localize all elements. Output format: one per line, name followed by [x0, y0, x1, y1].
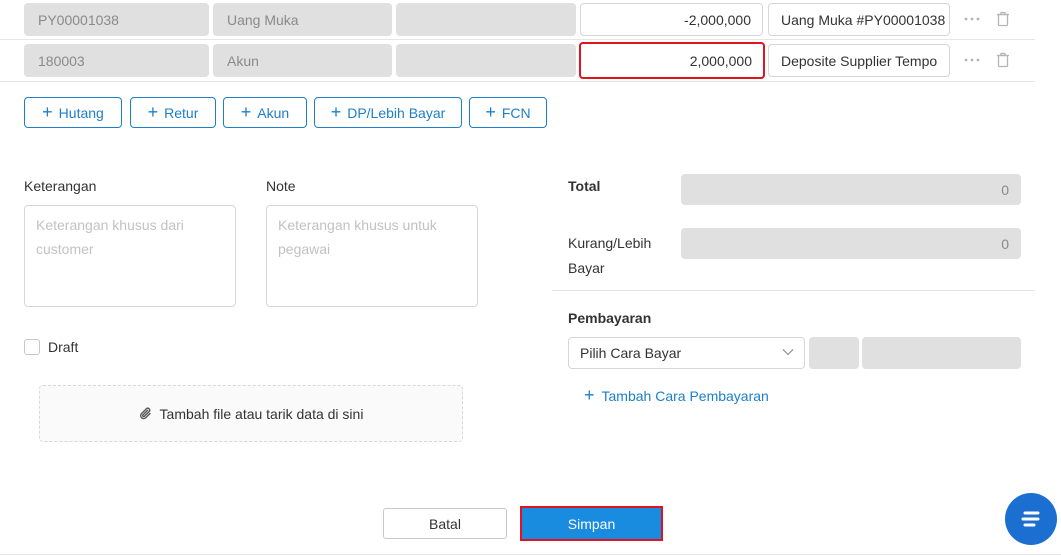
add-payment-label: Tambah Cara Pembayaran [601, 388, 769, 404]
row-divider [0, 39, 1035, 40]
row-name-field[interactable]: Akun [213, 44, 392, 77]
add-hutang-label: Hutang [58, 104, 104, 121]
add-akun-label: Akun [257, 104, 290, 121]
footer-divider [0, 554, 1061, 555]
add-fcn-label: FCN [501, 104, 531, 121]
keterangan-placeholder: Keterangan khusus dari customer [36, 217, 184, 257]
note-placeholder: Keterangan khusus untuk pegawai [278, 217, 437, 257]
note-label: Note [266, 178, 296, 194]
kurang-lebih-value: 0 [681, 228, 1021, 259]
row-code-field[interactable]: 180003 [24, 44, 209, 77]
paperclip-icon [139, 406, 153, 422]
draft-label: Draft [48, 339, 79, 355]
chat-launcher-button[interactable] [1005, 493, 1057, 545]
add-retur-button[interactable]: + Retur [130, 97, 216, 128]
payment-method-select[interactable]: Pilih Cara Bayar [568, 337, 805, 369]
more-horizontal-icon[interactable] [962, 50, 982, 70]
draft-checkbox[interactable] [24, 339, 40, 355]
plus-icon: + [330, 101, 342, 122]
plus-icon: + [584, 385, 595, 405]
cancel-label: Batal [429, 515, 461, 532]
kurang-lebih-label-line2: Bayar [568, 260, 605, 276]
add-fcn-button[interactable]: + FCN [469, 97, 547, 128]
add-retur-label: Retur [164, 104, 199, 121]
note-textarea[interactable]: Keterangan khusus untuk pegawai [266, 205, 478, 307]
chevron-down-icon [782, 348, 794, 356]
upload-label: Tambah file atau tarik data di sini [159, 405, 364, 422]
add-hutang-button[interactable]: + Hutang [24, 97, 122, 128]
row-blank-field[interactable] [396, 44, 576, 77]
payment-amount-field[interactable] [862, 337, 1021, 369]
payment-extra-field[interactable] [809, 337, 859, 369]
file-upload-dropzone[interactable]: Tambah file atau tarik data di sini [39, 385, 463, 442]
add-dp-lebih-bayar-button[interactable]: + DP/Lebih Bayar [314, 97, 462, 128]
row-amount-input[interactable]: -2,000,000 [580, 3, 763, 36]
plus-icon: + [240, 101, 252, 122]
row-divider [0, 81, 1035, 82]
save-button[interactable]: Simpan [520, 506, 663, 541]
trash-icon[interactable] [993, 50, 1013, 70]
plus-icon: + [42, 101, 53, 122]
total-label: Total [568, 178, 601, 194]
row-blank-field[interactable] [396, 3, 576, 36]
plus-icon: + [485, 101, 496, 122]
add-payment-method-link[interactable]: + Tambah Cara Pembayaran [584, 385, 769, 405]
kurang-lebih-label: Kurang/Lebih Bayar [568, 231, 651, 281]
row-code-field[interactable]: PY00001038 [24, 3, 209, 36]
keterangan-label: Keterangan [24, 178, 97, 194]
plus-icon: + [147, 101, 159, 122]
total-value: 0 [681, 174, 1021, 205]
cancel-button[interactable]: Batal [383, 508, 507, 539]
payment-method-value: Pilih Cara Bayar [580, 345, 682, 361]
row-amount-input[interactable]: 2,000,000 [579, 42, 765, 79]
save-label: Simpan [567, 515, 616, 532]
chat-icon [1020, 509, 1042, 529]
add-dp-label: DP/Lebih Bayar [347, 104, 446, 121]
row-reference-input[interactable]: Uang Muka #PY00001038 [768, 3, 950, 36]
keterangan-textarea[interactable]: Keterangan khusus dari customer [24, 205, 236, 307]
more-horizontal-icon[interactable] [962, 9, 982, 29]
row-reference-input[interactable]: Deposite Supplier Tempo [768, 44, 950, 77]
summary-divider [552, 290, 1035, 291]
trash-icon[interactable] [993, 9, 1013, 29]
pembayaran-title: Pembayaran [568, 310, 652, 326]
row-name-field[interactable]: Uang Muka [213, 3, 392, 36]
kurang-lebih-label-line1: Kurang/Lebih [568, 235, 652, 251]
add-akun-button[interactable]: + Akun [223, 97, 307, 128]
